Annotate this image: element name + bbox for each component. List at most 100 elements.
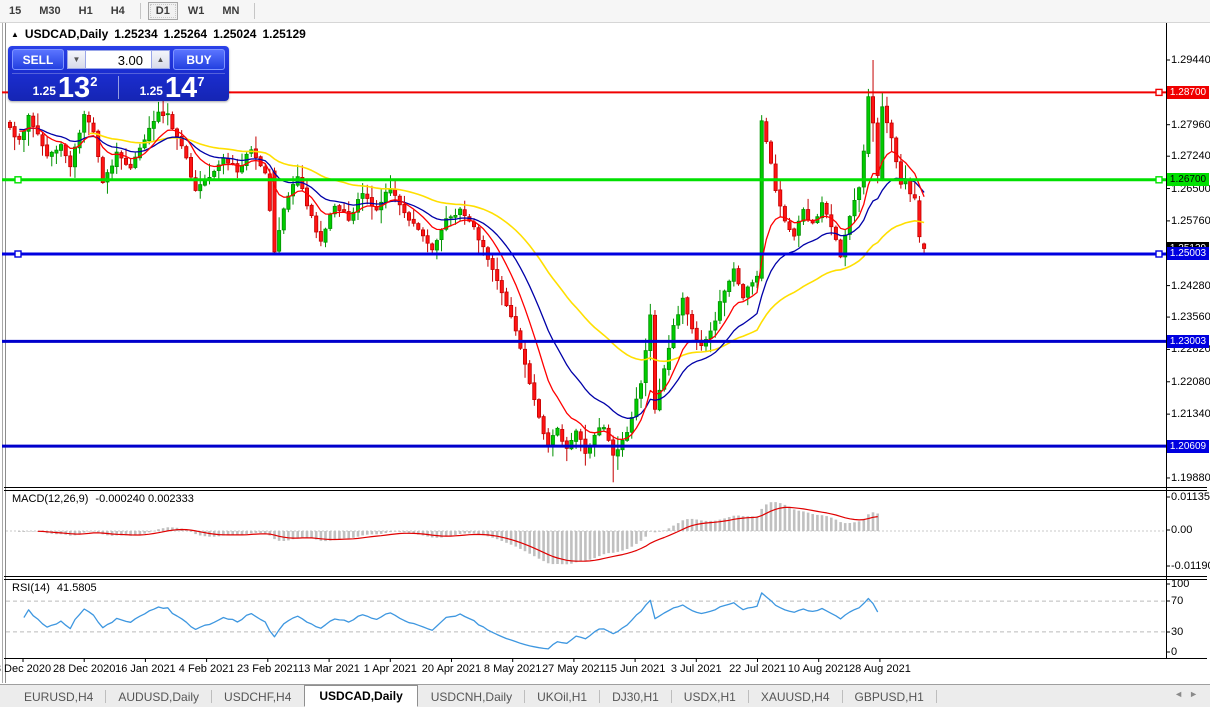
chart-tab-XAUUSD[interactable]: XAUUSD,H4 xyxy=(749,686,842,707)
volume-decrease-icon[interactable]: ▼ xyxy=(67,50,86,69)
timeframe-toolbar: 15 M30 H1 H4 D1 W1 MN xyxy=(0,0,1210,23)
last-price-badge: 1.25129 xyxy=(1167,241,1209,255)
date-axis-label: 8 May 2021 xyxy=(483,663,542,675)
date-axis-label: 10 Aug 2021 xyxy=(787,663,850,675)
sell-price-button[interactable]: 1.25 13 2 xyxy=(12,74,118,103)
level-price-badge: 1.23003 xyxy=(1167,334,1209,348)
pane-separator[interactable] xyxy=(4,576,1207,577)
symbol-period-label: USDCAD,Daily xyxy=(24,27,109,41)
date-axis-label: 28 Dec 2020 xyxy=(53,663,116,675)
price-tick-label: 1.19880 xyxy=(1171,471,1210,484)
macd-axis-label: 0.01135 xyxy=(1171,491,1210,503)
trading-terminal-window: 15 M30 H1 H4 D1 W1 MN ▲ USDCAD,Daily 1.25234 1… xyxy=(0,0,1210,707)
chart-bottom-border xyxy=(4,658,1207,659)
price-tick-label: 1.24280 xyxy=(1171,279,1210,292)
timeframe-button-M30[interactable]: M30 xyxy=(31,2,68,20)
pane-separator[interactable] xyxy=(4,579,1207,580)
level-price-badge: 1.25003 xyxy=(1167,247,1209,261)
toolbar-separator xyxy=(139,3,141,19)
rsi-axis-label: 0 xyxy=(1171,646,1178,658)
buy-button[interactable]: BUY xyxy=(173,49,225,70)
macd-axis-label: -0.01190 xyxy=(1171,560,1210,572)
date-axis-label: 23 Feb 2021 xyxy=(236,663,299,675)
chart-tab-USDX[interactable]: USDX,H1 xyxy=(672,686,748,707)
date-axis-label: 13 Mar 2021 xyxy=(298,663,360,675)
hline-handle[interactable] xyxy=(1155,176,1163,184)
hline-handle[interactable] xyxy=(14,250,22,258)
chart-tab-USDCAD[interactable]: USDCAD,Daily xyxy=(304,685,418,707)
timeframe-button-15[interactable]: 15 xyxy=(1,2,29,20)
hline-handle[interactable] xyxy=(1155,250,1163,258)
one-click-trading-widget: SELL ▼ 3.00 ▲ BUY 1.25 13 2 1.25 14 7 xyxy=(8,46,229,104)
quote-close: 1.25129 xyxy=(262,27,306,41)
chart-tab-USDCHF[interactable]: USDCHF,H4 xyxy=(212,686,303,707)
chart-overlays: 1.29440 1.27960 1.27240 1.26500 1.25760 1.242… xyxy=(0,0,1210,707)
chart-tab-GBPUSD[interactable]: GBPUSD,H1 xyxy=(843,686,936,707)
macd-label: MACD(12,26,9) xyxy=(12,493,89,505)
quote-high: 1.25264 xyxy=(163,27,208,41)
sell-price-prefix: 1.25 xyxy=(32,84,56,98)
chart-tab-UKOil[interactable]: UKOil,H1 xyxy=(525,686,599,707)
buy-price-pipette: 7 xyxy=(197,74,205,89)
candles-layer xyxy=(7,60,927,483)
quote-open: 1.25234 xyxy=(114,27,158,41)
chart-tab-EURUSD[interactable]: EURUSD,H4 xyxy=(12,686,105,707)
macd-values: -0.000240 0.002333 xyxy=(95,493,194,505)
timeframe-button-H4[interactable]: H4 xyxy=(103,2,133,20)
window-frame-line xyxy=(5,22,6,683)
timeframe-button-D1[interactable]: D1 xyxy=(147,2,178,20)
pane-separator[interactable] xyxy=(4,490,1207,491)
chart-tab-AUDUSD[interactable]: AUDUSD,Daily xyxy=(106,686,211,707)
price-tick-label: 1.22080 xyxy=(1171,375,1210,388)
chart-canvas[interactable] xyxy=(0,0,1210,707)
macd-histogram xyxy=(18,502,879,565)
price-tick-label: 1.22820 xyxy=(1171,343,1210,356)
chart-tab-bar: EURUSD,H4 AUDUSD,Daily USDCHF,H4 USDCAD,Dai… xyxy=(0,684,1210,707)
buy-price-prefix: 1.25 xyxy=(139,84,163,98)
date-axis-label: 27 May 2021 xyxy=(542,663,606,675)
macd-label-row: MACD(12,26,9) -0.000240 0.002333 xyxy=(12,493,194,505)
quote-low: 1.25024 xyxy=(213,27,257,41)
collapse-triangle-icon[interactable]: ▲ xyxy=(11,30,19,39)
rsi-axis-label: 70 xyxy=(1171,595,1184,607)
tab-nav-arrows: ◄► xyxy=(1174,689,1204,699)
timeframe-button-H1[interactable]: H1 xyxy=(71,2,101,20)
price-tick-label: 1.23560 xyxy=(1171,311,1210,324)
price-tick-label: 1.29440 xyxy=(1171,54,1210,66)
chart-tab-DJ30[interactable]: DJ30,H1 xyxy=(600,686,671,707)
date-axis-label: 22 Jul 2021 xyxy=(729,663,786,675)
date-axis-label: 16 Jan 2021 xyxy=(115,663,176,675)
level-price-badge: 1.26700 xyxy=(1167,173,1209,187)
level-price-badge: 1.20609 xyxy=(1167,439,1209,453)
price-tick-label: 1.27960 xyxy=(1171,118,1210,131)
price-tick-label: 1.21340 xyxy=(1171,408,1210,421)
buy-price-big: 14 xyxy=(164,72,198,104)
timeframe-button-MN[interactable]: MN xyxy=(214,2,247,20)
price-tick-label: 1.27240 xyxy=(1171,150,1210,163)
price-axis-line xyxy=(1166,22,1167,658)
date-axis-label: 20 Apr 2021 xyxy=(421,663,482,675)
window-frame-line xyxy=(2,22,3,683)
chart-tab-USDCNH[interactable]: USDCNH,Daily xyxy=(419,686,524,707)
sell-button[interactable]: SELL xyxy=(12,49,64,70)
tab-scroll-left-icon[interactable]: ◄ xyxy=(1174,689,1189,699)
timeframe-button-W1[interactable]: W1 xyxy=(180,2,213,20)
date-axis-label: 8 Dec 2020 xyxy=(0,663,52,675)
tab-scroll-right-icon[interactable]: ► xyxy=(1189,689,1204,699)
date-axis-label: 1 Apr 2021 xyxy=(363,663,417,675)
volume-input[interactable]: 3.00 xyxy=(86,50,151,69)
macd-signal-line xyxy=(37,506,878,562)
volume-increase-icon[interactable]: ▲ xyxy=(151,50,170,69)
sell-price-pipette: 2 xyxy=(90,74,98,89)
level-price-badge: 1.28700 xyxy=(1167,85,1209,99)
pane-separator[interactable] xyxy=(4,487,1207,488)
date-axis-label: 3 Jul 2021 xyxy=(670,663,722,675)
price-tick-label: 1.26500 xyxy=(1171,182,1210,195)
rsi-label: RSI(14) xyxy=(12,582,50,594)
date-axis-label: 15 Jun 2021 xyxy=(604,663,666,675)
hline-handle[interactable] xyxy=(14,176,22,184)
date-axis-label: 28 Aug 2021 xyxy=(849,663,911,675)
buy-price-button[interactable]: 1.25 14 7 xyxy=(119,72,225,104)
hline-handle[interactable] xyxy=(1155,88,1163,97)
macd-axis-label: 0.00 xyxy=(1171,524,1193,536)
